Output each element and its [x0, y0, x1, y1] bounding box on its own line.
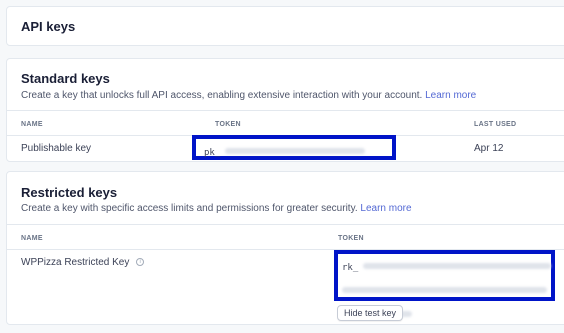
key-name: Publishable key	[21, 143, 92, 154]
divider	[7, 224, 564, 225]
api-keys-header-card: API keys	[6, 6, 564, 46]
last-used-value: Apr 12	[474, 143, 504, 154]
standard-learn-more-link[interactable]: Learn more	[425, 90, 476, 101]
column-header-name: NAME	[21, 235, 43, 242]
column-header-token: TOKEN	[215, 121, 241, 128]
restricted-keys-description: Create a key with specific access limits…	[21, 203, 412, 214]
standard-keys-description-text: Create a key that unlocks full API acces…	[21, 90, 423, 101]
hide-test-key-button[interactable]: Hide test key	[337, 305, 404, 321]
masked-token	[362, 262, 551, 269]
restricted-token-field[interactable]: rk_	[334, 250, 555, 317]
token-prefix: rk_	[342, 263, 359, 273]
publishable-token-field[interactable]: pk_	[192, 135, 396, 160]
restricted-keys-title: Restricted keys	[21, 185, 118, 200]
column-header-last-used: LAST USED	[474, 121, 517, 128]
restricted-key-name: WPPizza Restricted Key	[21, 257, 130, 268]
column-header-token: TOKEN	[338, 235, 364, 242]
standard-keys-title: Standard keys	[21, 71, 110, 86]
restricted-keys-description-text: Create a key with specific access limits…	[21, 203, 358, 214]
key-name: WPPizza Restricted Key i	[21, 257, 145, 268]
standard-keys-description: Create a key that unlocks full API acces…	[21, 90, 476, 101]
masked-token	[342, 286, 547, 293]
divider	[7, 110, 564, 111]
token-prefix: pk_	[204, 148, 221, 158]
restricted-keys-card: Restricted keys Create a key with specif…	[6, 171, 564, 325]
standard-keys-card: Standard keys Create a key that unlocks …	[6, 58, 564, 162]
page-title: API keys	[21, 19, 76, 34]
restricted-learn-more-link[interactable]: Learn more	[360, 203, 411, 214]
masked-token	[224, 147, 365, 154]
info-icon[interactable]: i	[136, 258, 145, 267]
column-header-name: NAME	[21, 121, 43, 128]
